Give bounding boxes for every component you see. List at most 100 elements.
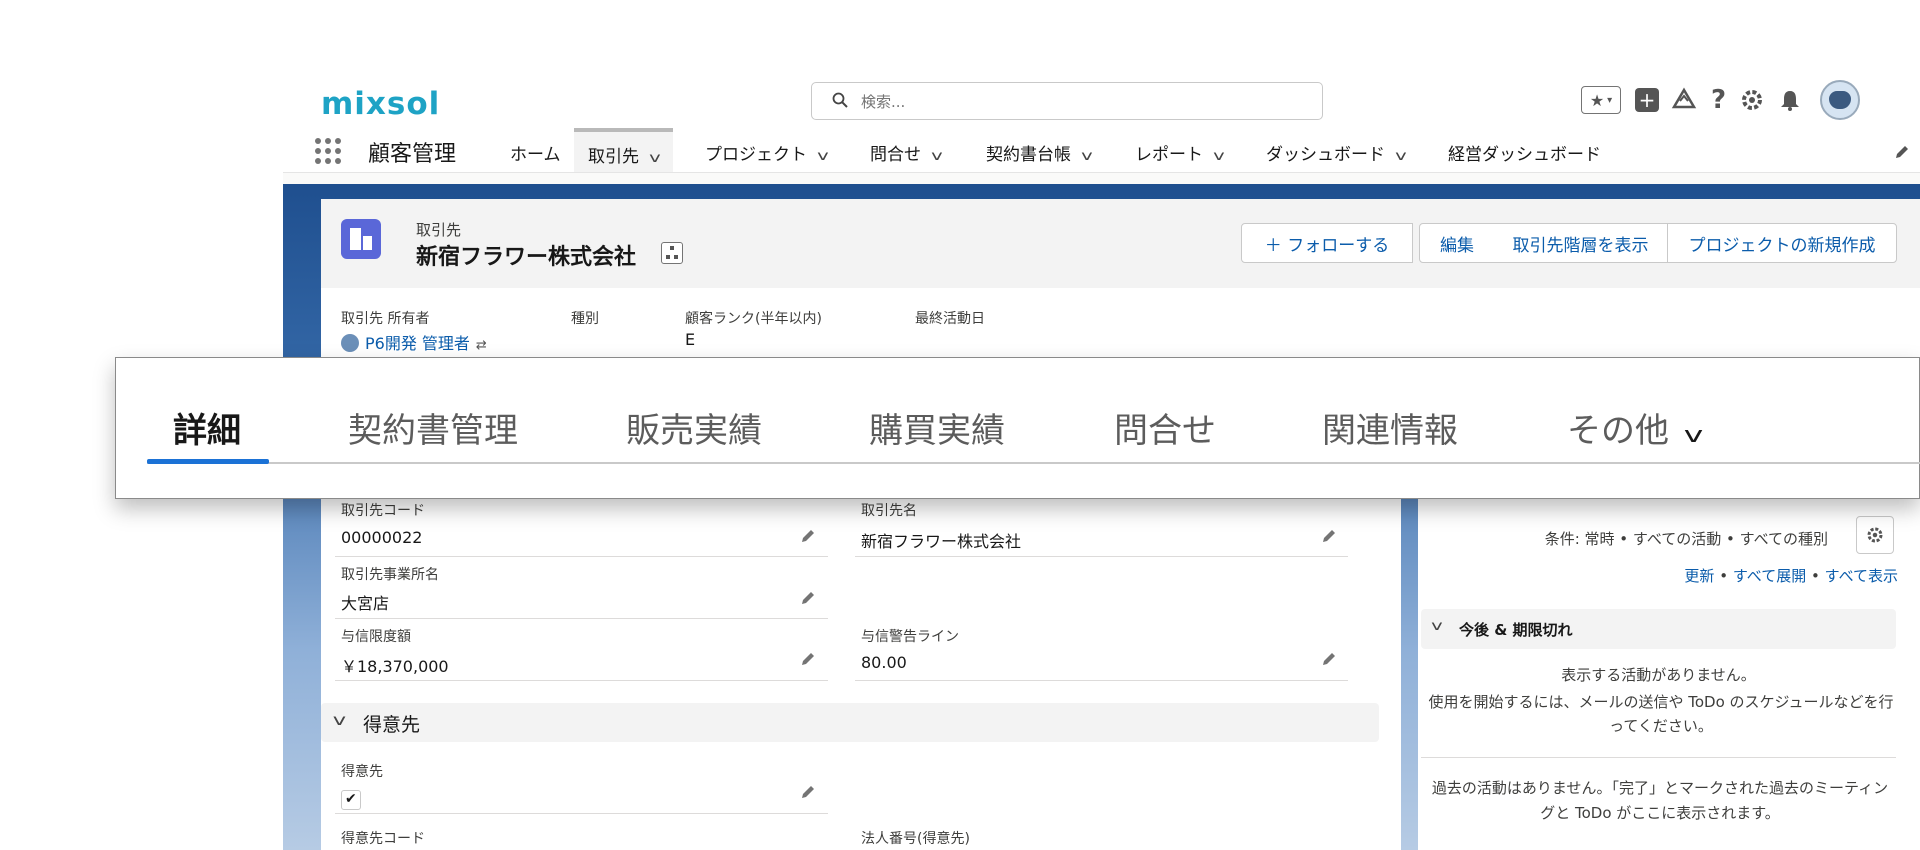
favorites-icon[interactable]: ★ ▾ <box>1581 86 1621 114</box>
active-tab-indicator <box>147 459 269 464</box>
nav-item-dashboards[interactable]: ダッシュボード v <box>1266 140 1407 165</box>
object-label: 取引先 <box>416 221 462 239</box>
chevron-down-icon[interactable]: v <box>649 151 661 166</box>
field-divider <box>335 556 828 557</box>
app-navigation: 顧客管理 ホーム 取引先 v プロジェクト v 問合せ v 契約書台帳 v レポート v … <box>283 128 1920 173</box>
chevron-down-icon: v <box>332 711 347 729</box>
type-label: 種別 <box>571 311 599 327</box>
section-header-customer[interactable]: v 得意先 <box>321 703 1379 742</box>
account-name-label: 取引先名 <box>861 503 917 519</box>
gear-icon <box>1867 527 1883 543</box>
section-title: 得意先 <box>363 714 421 736</box>
chevron-down-icon: v <box>1431 619 1443 634</box>
add-icon[interactable]: + <box>1635 88 1659 112</box>
chevron-down-icon[interactable]: v <box>1213 149 1225 164</box>
tab-related[interactable]: 関連情報 <box>1322 403 1458 452</box>
nav-item-label: プロジェクト <box>705 145 807 165</box>
field-divider <box>855 680 1348 681</box>
nav-item-label: 取引先 <box>588 147 639 167</box>
nav-item-exec-dashboard[interactable]: 経営ダッシュボード <box>1448 140 1601 165</box>
edit-pencil-icon[interactable] <box>800 528 816 544</box>
customer-code-label: 得意先コード <box>341 831 425 847</box>
nav-item-accounts[interactable]: 取引先 v <box>574 128 673 172</box>
nav-item-label: 問合せ <box>870 145 921 165</box>
owner-avatar-icon <box>341 334 359 352</box>
nav-item-label: 契約書台帳 <box>986 145 1071 165</box>
chevron-down-icon[interactable]: v <box>1395 149 1407 164</box>
edit-pencil-icon[interactable] <box>1321 651 1337 667</box>
nav-item-label: 経営ダッシュボード <box>1448 145 1601 165</box>
show-all-link[interactable]: すべて表示 <box>1825 567 1898 585</box>
edit-pencil-icon[interactable] <box>800 784 816 800</box>
search-input[interactable] <box>859 89 1303 115</box>
bell-icon[interactable] <box>1778 88 1802 112</box>
nav-item-reports[interactable]: レポート v <box>1135 140 1225 165</box>
owner-link[interactable]: P6開発 管理者 <box>365 334 470 353</box>
no-activity-line2: 使用を開始するには、メールの送信や ToDo のスケジュールなどを行ってください… <box>1428 693 1894 735</box>
new-project-button[interactable]: プロジェクトの新規作成 <box>1667 223 1897 263</box>
tab-more[interactable]: その他 v <box>1567 403 1703 452</box>
tab-more-label: その他 <box>1567 411 1669 451</box>
nav-item-projects[interactable]: プロジェクト v <box>705 140 829 165</box>
nav-item-label: レポート <box>1135 145 1203 165</box>
activity-settings-button[interactable] <box>1856 516 1894 554</box>
activity-links: 更新 • すべて展開 • すべて表示 <box>1603 565 1898 586</box>
customer-checkbox[interactable]: ✔ <box>341 790 361 810</box>
gear-icon[interactable] <box>1740 88 1764 112</box>
edit-pencil-icon[interactable] <box>800 651 816 667</box>
hierarchy-icon[interactable] <box>661 242 683 264</box>
credit-limit-label: 与信限度額 <box>341 629 411 645</box>
nav-item-home[interactable]: ホーム <box>510 140 561 165</box>
record-header-top: 取引先 新宿フラワー株式会社 ＋ フォローする 編集 取引先階層を表示 プロジェ… <box>321 199 1920 289</box>
tabs-baseline <box>147 462 1920 464</box>
upcoming-title: 今後 & 期限切れ <box>1459 621 1573 639</box>
nav-item-label: ダッシュボード <box>1266 145 1385 165</box>
account-name-value: 新宿フラワー株式会社 <box>861 532 1022 551</box>
tab-sales[interactable]: 販売実績 <box>626 403 762 452</box>
account-object-icon <box>341 219 381 259</box>
tab-details[interactable]: 詳細 <box>173 403 241 452</box>
edit-pencil-icon[interactable] <box>800 590 816 606</box>
chevron-down-icon[interactable]: v <box>931 149 943 164</box>
tab-contracts[interactable]: 契約書管理 <box>348 403 518 452</box>
field-divider <box>855 556 1348 557</box>
check-icon: ✔ <box>345 791 357 807</box>
nav-item-contracts[interactable]: 契約書台帳 v <box>986 140 1093 165</box>
trailhead-icon[interactable] <box>1671 87 1697 113</box>
field-divider <box>335 813 828 814</box>
change-owner-icon[interactable]: ⇄ <box>476 338 487 353</box>
chevron-down-icon[interactable]: v <box>1081 149 1093 164</box>
global-search[interactable] <box>811 82 1323 120</box>
edit-button[interactable]: 編集 <box>1419 223 1495 263</box>
owner-value: P6開発 管理者 ⇄ <box>341 330 487 354</box>
user-avatar[interactable] <box>1820 80 1861 120</box>
view-hierarchy-button[interactable]: 取引先階層を表示 <box>1494 223 1668 263</box>
chevron-down-icon[interactable]: v <box>817 149 829 164</box>
edit-pencil-icon[interactable] <box>1321 528 1337 544</box>
rank-label: 顧客ランク(半年以内) <box>685 311 822 327</box>
customer-label: 得意先 <box>341 764 383 780</box>
app-name: 顧客管理 <box>368 142 457 167</box>
credit-limit-value: ￥18,370,000 <box>341 657 449 676</box>
tab-inquiries[interactable]: 問合せ <box>1114 403 1216 452</box>
nav-item-inquiries[interactable]: 問合せ v <box>870 140 943 165</box>
upcoming-section-header[interactable]: v 今後 & 期限切れ <box>1421 609 1896 649</box>
nav-item-label: ホーム <box>510 145 561 165</box>
app-launcher-icon[interactable] <box>315 138 343 166</box>
activity-divider <box>1421 757 1896 758</box>
follow-button[interactable]: ＋ フォローする <box>1241 223 1413 263</box>
activity-filter-text: 条件: 常時 • すべての活動 • すべての種別 <box>1544 530 1828 548</box>
help-icon[interactable]: ? <box>1711 85 1726 115</box>
past-activity-text: 過去の活動はありません。「完了」とマークされた過去のミーティングと ToDo が… <box>1431 779 1889 822</box>
credit-warning-value: 80.00 <box>861 653 907 672</box>
corporate-number-label: 法人番号(得意先) <box>861 831 970 847</box>
tab-purchases[interactable]: 購買実績 <box>869 403 1005 452</box>
app-logo[interactable]: mixsol <box>321 86 440 122</box>
edit-nav-icon[interactable] <box>1894 144 1910 160</box>
refresh-link[interactable]: 更新 <box>1684 567 1714 585</box>
separator-dot: • <box>1811 567 1820 585</box>
separator-dot: • <box>1719 567 1729 585</box>
tabs-zoom-overlay: 詳細 契約書管理 販売実績 購買実績 問合せ 関連情報 その他 v <box>115 357 1920 499</box>
office-label: 取引先事業所名 <box>341 567 439 583</box>
expand-all-link[interactable]: すべて展開 <box>1733 567 1806 585</box>
